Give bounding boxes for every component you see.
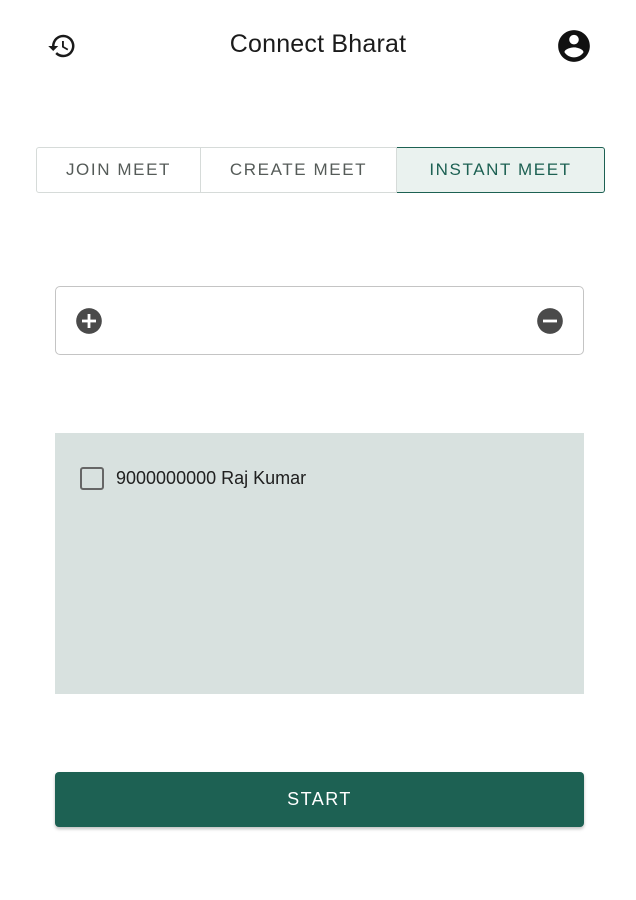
account-circle-icon — [558, 30, 590, 62]
contact-item[interactable]: 9000000000 Raj Kumar — [80, 467, 306, 490]
contact-label: 9000000000 Raj Kumar — [116, 468, 307, 488]
meet-mode-tabs: JOIN MEET CREATE MEET INSTANT MEET — [36, 147, 605, 193]
start-button[interactable]: START — [55, 772, 584, 827]
tab-instant-meet[interactable]: INSTANT MEET — [397, 147, 605, 193]
phone-number-input[interactable] — [116, 301, 516, 341]
add-circle-icon — [76, 308, 102, 334]
contact-checkbox[interactable] — [80, 467, 104, 490]
tab-create-meet[interactable]: CREATE MEET — [201, 147, 397, 193]
app-title: Connect Bharat — [229, 30, 407, 58]
phone-number-field — [55, 286, 584, 355]
remove-circle-icon — [537, 308, 563, 334]
tab-join-meet[interactable]: JOIN MEET — [36, 147, 201, 193]
add-number-button[interactable] — [75, 307, 103, 335]
account-button[interactable] — [554, 26, 594, 66]
app-header: Connect Bharat — [0, 0, 636, 92]
contacts-list: 9000000000 Raj Kumar — [55, 433, 584, 694]
remove-number-button[interactable] — [536, 307, 564, 335]
